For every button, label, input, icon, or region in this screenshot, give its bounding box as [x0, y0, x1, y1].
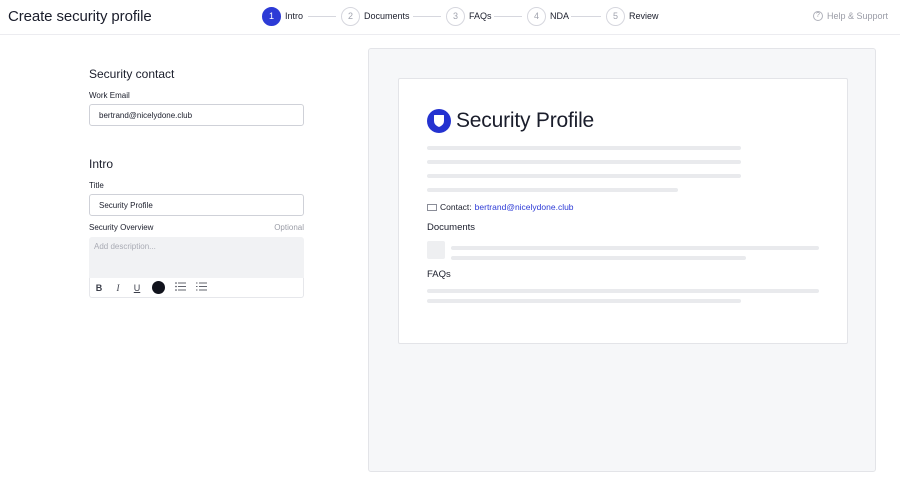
preview-contact: Contact: bertrand@nicelydone.club	[427, 202, 574, 212]
step-number: 5	[606, 7, 625, 26]
placeholder-line	[427, 160, 741, 164]
step-number: 3	[446, 7, 465, 26]
bold-button[interactable]: B	[93, 282, 105, 294]
optional-label: Optional	[274, 223, 304, 232]
contact-label: Contact:	[440, 202, 472, 212]
text-format-toolbar: B I U	[89, 278, 304, 298]
title-label: Title	[89, 181, 104, 190]
numbered-list-button[interactable]	[195, 282, 207, 294]
bullet-list-button[interactable]	[174, 282, 186, 294]
placeholder-line	[427, 188, 678, 192]
preview-faqs-heading: FAQs	[427, 269, 451, 280]
top-bar: Create security profile 1 Intro 2 Docume…	[0, 0, 900, 35]
text-color-button[interactable]	[152, 281, 165, 294]
step-label: Review	[629, 11, 659, 21]
contact-email-link[interactable]: bertrand@nicelydone.club	[475, 202, 574, 212]
preview-panel: Security Profile Contact: bertrand@nicel…	[368, 48, 876, 472]
work-email-input[interactable]	[89, 104, 304, 126]
help-label: Help & Support	[826, 11, 888, 21]
step-number: 1	[262, 7, 281, 26]
placeholder-line	[427, 174, 741, 178]
preview-title: Security Profile	[456, 109, 595, 132]
step-label: FAQs	[469, 11, 492, 21]
page-title: Create security profile	[8, 8, 152, 25]
step-label: NDA	[550, 11, 570, 21]
title-input[interactable]	[89, 194, 304, 216]
preview-card: Security Profile Contact: bertrand@nicel…	[398, 78, 848, 344]
shield-logo-icon	[427, 109, 451, 133]
underline-button[interactable]: U	[131, 282, 143, 294]
placeholder-line	[427, 299, 741, 303]
step-connector	[413, 16, 441, 17]
question-icon: ?	[812, 11, 823, 21]
security-overview-label: Security Overview	[89, 223, 154, 232]
placeholder-line	[451, 256, 746, 260]
mail-icon	[427, 203, 437, 211]
section-title-intro: Intro	[89, 157, 114, 171]
work-email-label: Work Email	[89, 91, 130, 100]
step-number: 4	[527, 7, 546, 26]
step-label: Intro	[285, 11, 304, 21]
document-thumbnail-placeholder	[427, 241, 445, 259]
preview-documents-heading: Documents	[427, 222, 476, 233]
step-connector	[494, 16, 522, 17]
bullet-list-icon	[174, 282, 186, 291]
step-connector	[308, 16, 336, 17]
help-support-link[interactable]: ? Help & Support	[812, 11, 888, 21]
step-connector	[571, 16, 601, 17]
security-overview-textarea[interactable]: Add description...	[89, 237, 304, 278]
placeholder-line	[427, 146, 741, 150]
placeholder-line	[451, 246, 819, 250]
step-label: Documents	[364, 11, 410, 21]
italic-button[interactable]: I	[112, 282, 124, 294]
section-title-security-contact: Security contact	[89, 67, 175, 81]
step-number: 2	[341, 7, 360, 26]
placeholder-line	[427, 289, 819, 293]
numbered-list-icon	[195, 282, 207, 291]
